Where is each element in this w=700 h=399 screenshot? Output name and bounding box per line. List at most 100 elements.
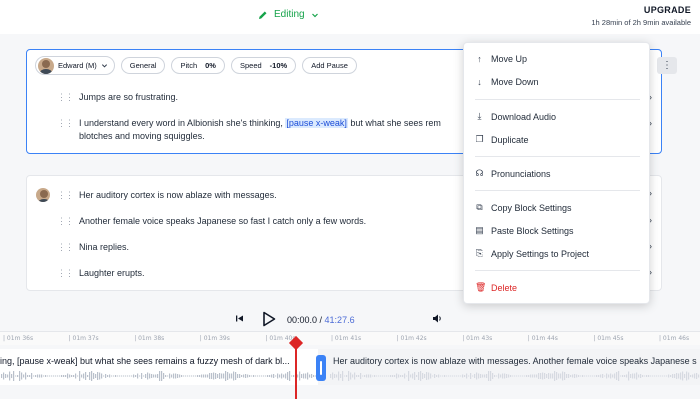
drag-handle-icon[interactable]: ⋮⋮ — [57, 241, 74, 254]
upgrade-button[interactable]: UPGRADE — [591, 5, 691, 15]
menu-item-duplicate[interactable]: ❐ Duplicate — [475, 134, 529, 145]
line-text-wrap: blotches and moving squiggles. — [79, 131, 205, 141]
upgrade-area: UPGRADE 1h 28min of 2h 9min available — [591, 5, 691, 27]
block-line[interactable]: ⋮⋮ Her auditory cortex is now ablaze wit… — [57, 189, 277, 202]
pencil-icon — [259, 11, 267, 19]
download-icon: ⤓ — [477, 111, 482, 121]
audio-track[interactable]: ing, [pause x-weak] but what she sees re… — [0, 349, 700, 385]
mode-label: Editing — [274, 9, 305, 20]
pitch-value: 0% — [205, 61, 216, 70]
menu-item-label: Delete — [491, 282, 518, 293]
clip-text: Her auditory cortex is now ablaze with m… — [333, 356, 697, 366]
apply-icon: ⎘ — [475, 248, 484, 258]
pause-tag[interactable]: [pause x-weak] — [285, 118, 348, 128]
line-text[interactable]: Her auditory cortex is now ablaze with m… — [79, 189, 277, 202]
line-text[interactable]: Laughter erupts. — [79, 267, 145, 280]
pitch-label: Pitch — [180, 61, 198, 70]
line-text[interactable]: Another female voice speaks Japanese so … — [79, 215, 366, 228]
waveform — [330, 371, 700, 381]
timeline-tick-label: | 01m 36s — [3, 335, 34, 342]
more-vertical-icon: ⋮ — [662, 60, 672, 71]
menu-item-label: Copy Block Settings — [491, 202, 572, 213]
copy-icon: ⧉ — [476, 202, 483, 212]
quota-text: 1h 28min of 2h 9min available — [591, 18, 691, 27]
speed-button[interactable]: Speed -10% — [230, 57, 297, 74]
drag-handle-icon[interactable]: ⋮⋮ — [57, 215, 74, 228]
menu-item-apply-settings[interactable]: ⎘ Apply Settings to Project — [475, 248, 589, 259]
play-icon[interactable] — [262, 311, 276, 327]
line-text-post: but what she sees rem — [347, 118, 441, 128]
menu-item-copy-settings[interactable]: ⧉ Copy Block Settings — [475, 202, 572, 213]
top-bar: Editing UPGRADE 1h 28min of 2h 9min avai… — [0, 0, 700, 34]
arrow-up-icon: ↑ — [477, 54, 482, 64]
menu-item-label: Move Down — [491, 77, 539, 87]
menu-item-label: Download Audio — [491, 111, 557, 122]
pronunciation-icon: ☊ — [475, 168, 484, 178]
line-text[interactable]: Nina replies. — [79, 241, 129, 254]
block-line[interactable]: ⋮⋮ Nina replies. — [57, 241, 129, 254]
chevron-down-icon — [101, 64, 107, 68]
menu-item-pronunciations[interactable]: ☊ Pronunciations — [475, 168, 551, 179]
arrow-down-icon: ↓ — [477, 77, 482, 87]
menu-item-label: Apply Settings to Project — [491, 248, 590, 259]
block-line[interactable]: ⋮⋮ Laughter erupts. — [57, 267, 145, 280]
clip-resize-handle[interactable] — [316, 355, 326, 381]
timeline-tick-label: | 01m 38s — [134, 335, 165, 342]
menu-item-move-up[interactable]: ↑ Move Up — [475, 54, 527, 64]
menu-divider — [475, 190, 640, 191]
speed-value: -10% — [269, 61, 288, 70]
block-toolbar: Edward (M) General Pitch 0% Speed -10% A… — [35, 56, 357, 75]
line-text-pre: I understand every word in Albionish she… — [79, 118, 286, 128]
voice-avatar[interactable] — [36, 188, 50, 202]
voice-name: Edward (M) — [58, 61, 97, 70]
block-menu-button[interactable]: ⋮ — [657, 57, 677, 74]
timeline-tick-label: | 01m 42s — [396, 335, 427, 342]
add-pause-label: Add Pause — [311, 61, 348, 70]
total-time: 41:27.6 — [324, 315, 355, 325]
timeline-tick-label: | 01m 37s — [68, 335, 99, 342]
drag-handle-icon[interactable]: ⋮⋮ — [57, 117, 74, 130]
timeline-ruler[interactable]: | 01m 36s | 01m 37s | 01m 38s | 01m 39s | 01… — [0, 331, 700, 345]
trash-icon: 🗑 — [475, 282, 487, 292]
block-context-menu: ↑ Move Up ↓ Move Down ⤓ Download Audio ❐… — [463, 42, 650, 304]
timeline-tick-label: | 01m 44s — [527, 335, 558, 342]
volume-icon[interactable] — [432, 313, 443, 324]
line-text-multiline[interactable]: I understand every word in Albionish she… — [79, 117, 499, 143]
skip-back-icon[interactable] — [235, 314, 244, 323]
style-label: General — [129, 61, 157, 70]
menu-divider — [475, 270, 640, 271]
waveform — [1, 371, 316, 381]
menu-item-paste-settings[interactable]: ▤ Paste Block Settings — [475, 225, 574, 236]
audio-clip-selected[interactable]: ing, [pause x-weak] but what she sees re… — [0, 349, 318, 385]
duplicate-icon: ❐ — [475, 134, 484, 144]
time-separator: / — [317, 315, 325, 325]
timeline-tick-label: | 01m 41s — [331, 335, 362, 342]
block-line[interactable]: ⋮⋮ Jumps are so frustrating. — [57, 91, 178, 104]
line-text[interactable]: Jumps are so frustrating. — [79, 91, 178, 104]
drag-handle-icon[interactable]: ⋮⋮ — [57, 267, 74, 280]
menu-item-move-down[interactable]: ↓ Move Down — [475, 77, 539, 87]
menu-item-delete[interactable]: 🗑 Delete — [475, 282, 517, 293]
time-display: 00:00.0 / 41:27.6 — [287, 315, 355, 325]
drag-handle-icon[interactable]: ⋮⋮ — [57, 189, 74, 202]
current-time: 00:00.0 — [287, 315, 318, 325]
menu-item-label: Duplicate — [491, 134, 529, 145]
timeline-tick-label: | 01m 39s — [199, 335, 230, 342]
chevron-down-icon — [311, 13, 318, 17]
menu-item-label: Paste Block Settings — [491, 225, 574, 236]
pitch-button[interactable]: Pitch 0% — [171, 57, 225, 74]
menu-divider — [475, 156, 640, 157]
mode-selector[interactable]: Editing — [258, 9, 319, 20]
menu-item-download-audio[interactable]: ⤓ Download Audio — [475, 111, 557, 122]
audio-clip[interactable]: Her auditory cortex is now ablaze with m… — [329, 349, 700, 385]
voice-avatar — [38, 57, 54, 74]
style-button[interactable]: General — [120, 57, 166, 74]
block-line[interactable]: ⋮⋮ I understand every word in Albionish … — [57, 117, 499, 143]
voice-selector[interactable]: Edward (M) — [35, 56, 115, 75]
timeline-tick-label: | 01m 46s — [659, 335, 690, 342]
menu-item-label: Move Up — [491, 54, 528, 64]
menu-item-label: Pronunciations — [491, 168, 551, 179]
add-pause-button[interactable]: Add Pause — [302, 57, 357, 74]
drag-handle-icon[interactable]: ⋮⋮ — [57, 91, 74, 104]
block-line[interactable]: ⋮⋮ Another female voice speaks Japanese … — [57, 215, 366, 228]
